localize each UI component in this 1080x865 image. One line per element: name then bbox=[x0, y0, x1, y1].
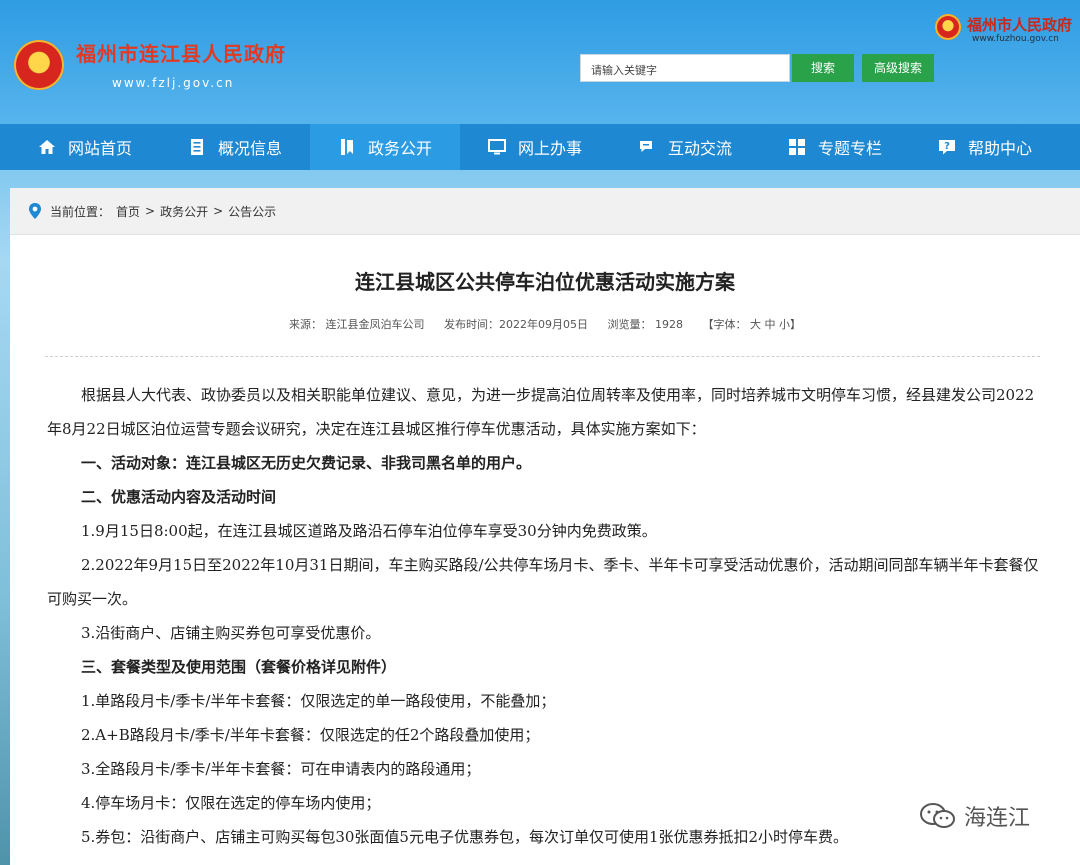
nav-label: 专题专栏 bbox=[817, 139, 882, 158]
nav-label: 网上办事 bbox=[517, 139, 582, 158]
article-paragraph: 3.全路段月卡/季卡/半年卡套餐：可在申请表内的路段通用； bbox=[81, 760, 481, 778]
nav-label: 概况信息 bbox=[217, 139, 282, 158]
svg-text:?: ? bbox=[944, 141, 950, 152]
breadcrumb-link-gov-affairs[interactable]: 政务公开 bbox=[160, 203, 208, 220]
article-title: 连江县城区公共停车泊位优惠活动实施方案 bbox=[355, 270, 735, 294]
breadcrumb-separator: > bbox=[213, 204, 224, 218]
breadcrumb-separator: > bbox=[145, 204, 156, 218]
nav-label: 互动交流 bbox=[667, 139, 732, 158]
article-paragraph: 三、套餐类型及使用范围（套餐价格详见附件） bbox=[81, 658, 397, 676]
article-paragraph: 根据县人大代表、政协委员以及相关职能单位建议、意见，为进一步提高泊位周转率及使用… bbox=[47, 386, 1035, 438]
nav-item-help-center[interactable]: ? 帮助中心 bbox=[910, 124, 1060, 170]
nav-item-special-topics[interactable]: 专题专栏 bbox=[760, 124, 910, 170]
search-input[interactable]: 请输入关键字 bbox=[580, 54, 790, 82]
breadcrumb-prefix: 当前位置： bbox=[50, 204, 111, 219]
article-paragraph: 1.9月15日8:00起，在连江县城区道路及路沿石停车泊位停车享受30分钟内免费… bbox=[81, 522, 657, 540]
nav-label: 网站首页 bbox=[67, 139, 132, 158]
article-source: 来源： 连江县金凤泊车公司 bbox=[289, 318, 425, 331]
nav-item-overview[interactable]: 概况信息 bbox=[160, 124, 310, 170]
article-date: 发布时间：2022年09月05日 bbox=[444, 318, 588, 331]
article-paragraph: 2.2022年9月15日至2022年10月31日期间，车主购买路段/公共停车场月… bbox=[47, 556, 1039, 608]
bookmark-icon bbox=[340, 139, 353, 155]
main-nav: 网站首页 概况信息 政务公开 网上办事 互动交流 专题专栏 ? 帮助中心 bbox=[0, 124, 1080, 170]
watermark-text: 海连江 bbox=[964, 806, 1031, 831]
wechat-icon bbox=[920, 803, 955, 828]
article-card: 当前位置： 首页 > 政务公开 > 公告公示 连江县城区公共停车泊位优惠活动实施… bbox=[10, 188, 1080, 865]
article-paragraph: 5.券包：沿街商户、店铺主可购买每包30张面值5元电子优惠券包，每次订单仅可使用… bbox=[81, 828, 849, 846]
article-paragraph: 4.停车场月卡：仅限在选定的停车场内使用； bbox=[81, 794, 381, 812]
monitor-icon bbox=[487, 139, 506, 155]
nav-item-interaction[interactable]: 互动交流 bbox=[610, 124, 760, 170]
help-icon: ? bbox=[938, 140, 955, 155]
home-icon bbox=[38, 140, 55, 154]
divider bbox=[45, 356, 1040, 357]
font-size-selector[interactable]: 【字体： 大 中 小】 bbox=[703, 318, 802, 331]
article-paragraph: 1.单路段月卡/季卡/半年卡套餐：仅限选定的单一路段使用，不能叠加； bbox=[81, 692, 556, 710]
article-meta: 来源： 连江县金凤泊车公司 发布时间：2022年09月05日 浏览量： 1928… bbox=[10, 316, 1080, 332]
site-url: www.fzlj.gov.cn bbox=[112, 76, 235, 90]
breadcrumb-link-notices[interactable]: 公告公示 bbox=[228, 203, 276, 220]
grid-icon bbox=[788, 139, 805, 155]
article-body: 根据县人大代表、政协委员以及相关职能单位建议、意见，为进一步提高泊位周转率及使用… bbox=[47, 378, 1042, 854]
site-title[interactable]: 福州市连江县人民政府 bbox=[76, 38, 286, 67]
advanced-search-button[interactable]: 高级搜索 bbox=[862, 54, 934, 82]
nav-item-gov-affairs[interactable]: 政务公开 bbox=[310, 124, 460, 170]
document-icon bbox=[190, 139, 203, 155]
article-paragraph: 一、活动对象：连江县城区无历史欠费记录、非我司黑名单的用户。 bbox=[81, 454, 532, 472]
nav-label: 帮助中心 bbox=[967, 139, 1032, 158]
breadcrumb: 当前位置： 首页 > 政务公开 > 公告公示 bbox=[10, 188, 1080, 235]
location-pin-icon bbox=[29, 203, 41, 219]
city-emblem-icon bbox=[935, 14, 961, 40]
wechat-watermark: 海连江 bbox=[918, 800, 1030, 832]
article-views: 浏览量： 1928 bbox=[607, 318, 684, 331]
city-gov-url: www.fuzhou.gov.cn bbox=[972, 34, 1059, 44]
article-paragraph: 3.沿街商户、店铺主购买券包可享受优惠价。 bbox=[81, 624, 381, 642]
site-header: 福州市连江县人民政府 www.fzlj.gov.cn 福州市人民政府 www.f… bbox=[0, 0, 1080, 124]
breadcrumb-link-home[interactable]: 首页 bbox=[116, 203, 140, 220]
article-paragraph: 二、优惠活动内容及活动时间 bbox=[81, 488, 277, 506]
chat-icon bbox=[639, 141, 652, 152]
article-paragraph: 2.A+B路段月卡/季卡/半年卡套餐：仅限选定的任2个路段叠加使用； bbox=[81, 726, 540, 744]
city-gov-link[interactable]: 福州市人民政府 bbox=[967, 14, 1072, 35]
nav-item-online-services[interactable]: 网上办事 bbox=[460, 124, 610, 170]
nav-label: 政务公开 bbox=[367, 139, 432, 158]
national-emblem-icon bbox=[14, 40, 64, 90]
search-button[interactable]: 搜索 bbox=[792, 54, 854, 82]
nav-item-home[interactable]: 网站首页 bbox=[10, 124, 160, 170]
